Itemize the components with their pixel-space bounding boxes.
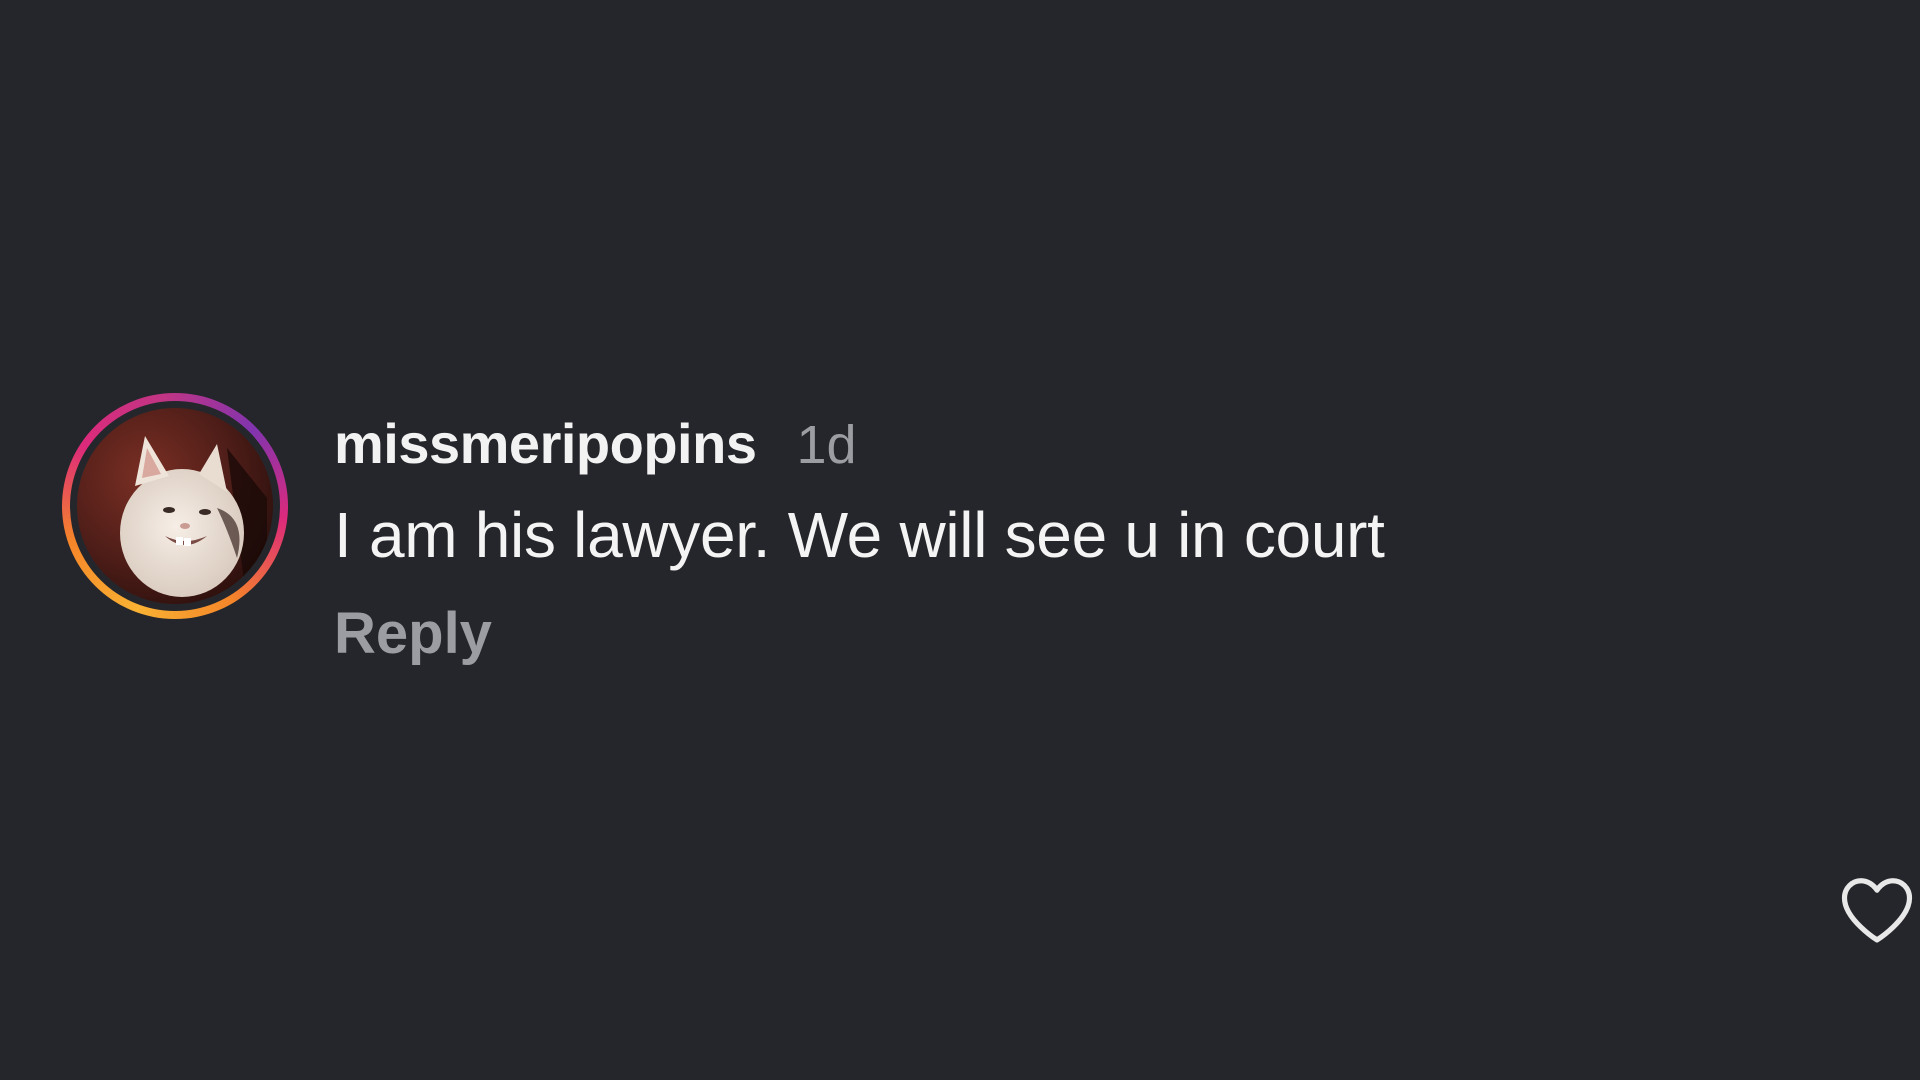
reply-button[interactable]: Reply (334, 600, 492, 667)
comment-screen: missmeripopins 1d I am his lawyer. We wi… (0, 0, 1920, 1080)
story-ring[interactable] (62, 393, 288, 619)
comment-header: missmeripopins 1d (334, 411, 1385, 476)
heart-outline-icon[interactable] (1838, 873, 1916, 945)
avatar (77, 408, 273, 604)
timestamp: 1d (796, 415, 857, 475)
comment-body: missmeripopins 1d I am his lawyer. We wi… (334, 411, 1385, 667)
comment-text: I am his lawyer. We will see u in court (334, 499, 1385, 571)
comment-item: missmeripopins 1d I am his lawyer. We wi… (62, 393, 1913, 943)
username[interactable]: missmeripopins (334, 411, 757, 476)
